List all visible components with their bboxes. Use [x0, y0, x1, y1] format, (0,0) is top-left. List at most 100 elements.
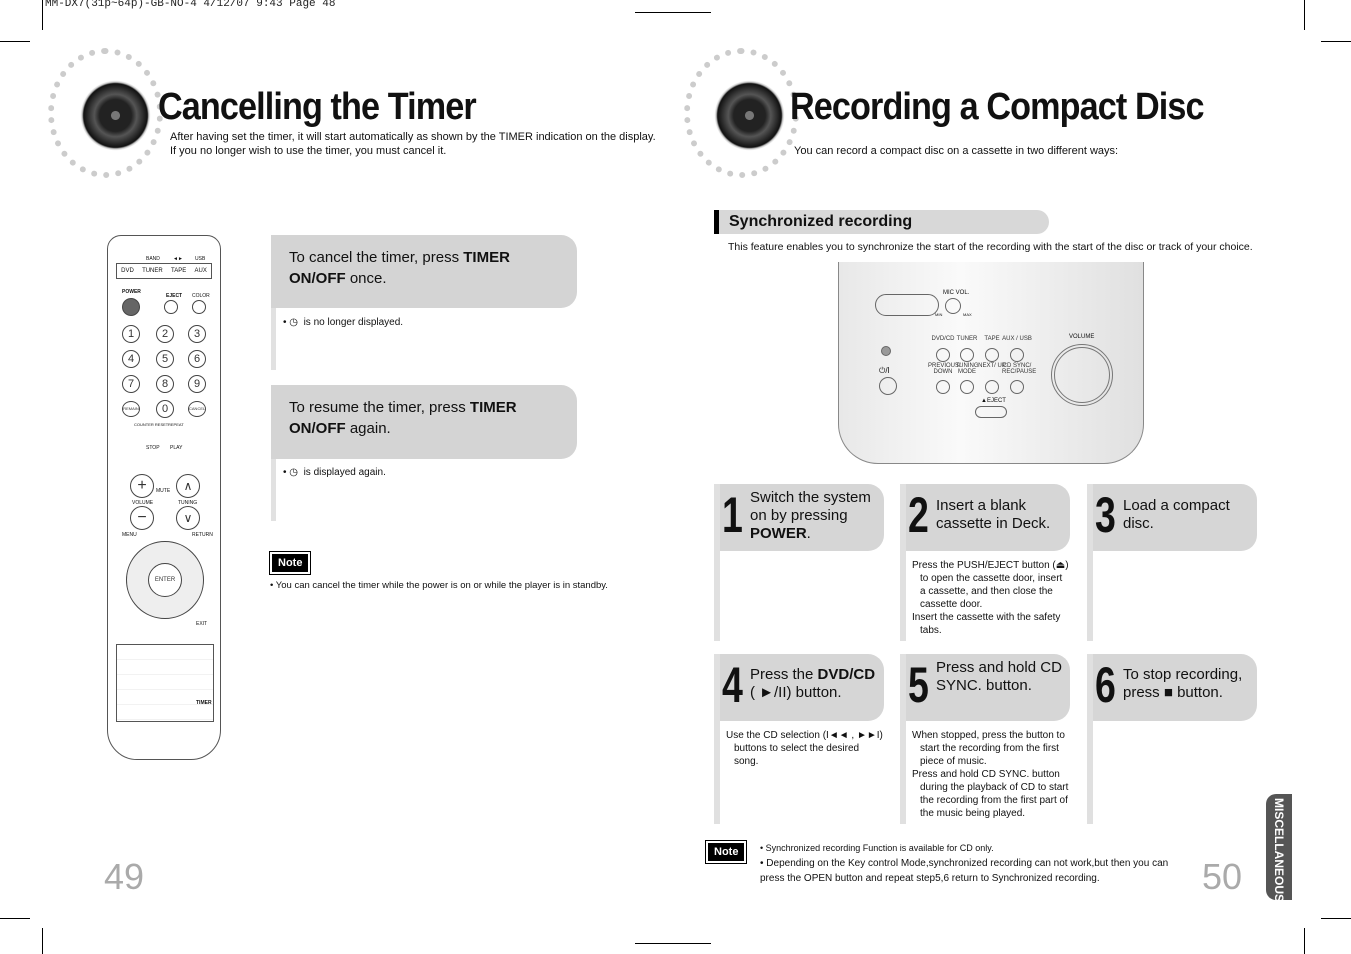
step-3: 3 Load a compact disc. [1087, 484, 1257, 641]
remote-button-tuner: TUNER [142, 268, 163, 274]
step-bullet: Press and hold CD SYNC. button during th… [912, 769, 1069, 819]
speaker-icon [78, 78, 153, 153]
step-text: Load a compact disc. [1123, 497, 1230, 532]
page-title: Recording a Compact Disc [790, 86, 1205, 128]
remote-label: ENTER [148, 563, 182, 597]
resume-instruction: To resume the timer, press TIMER ON/OFF … [271, 385, 577, 459]
tuning-up-icon: ∧ [176, 474, 200, 498]
remote-label: REPEAT [168, 422, 184, 427]
remote-label: EXIT [196, 621, 208, 627]
remote-digit: 9 [188, 375, 206, 393]
remote-digit: 2 [156, 325, 174, 343]
step-1: 1 Switch the system on by pressing POWER. [714, 484, 884, 641]
step-bullet: Insert the cassette with the safety tabs… [912, 612, 1061, 636]
resume-bullet: • ◷ is displayed again. [283, 467, 386, 478]
remote-label: COLOR [192, 293, 210, 299]
device-label: CD SYNC/ REC/PAUSE [1002, 363, 1037, 375]
note-text: • You can cancel the timer while the pow… [270, 580, 608, 591]
device-label: AUX / USB [1002, 336, 1032, 342]
section-tab: MISCELLANEOUS [1266, 794, 1292, 902]
headphone-jack-icon [881, 346, 891, 356]
crop-mark [0, 918, 30, 919]
power-button-icon [122, 298, 140, 316]
step-number: 1 [722, 487, 743, 543]
step-text: Switch the system on by pressing [750, 489, 871, 524]
eject-button-icon [975, 406, 1007, 418]
clock-icon: ◷ [289, 467, 299, 478]
remote-digit: 4 [122, 350, 140, 368]
remote-digit: 0 [156, 400, 174, 418]
device-button-icon [985, 380, 999, 394]
intro: After having set the timer, it will star… [170, 130, 656, 158]
registration-mark [635, 12, 711, 13]
volume-up-icon: + [130, 474, 154, 498]
instruction-text: To resume the timer, press [289, 399, 470, 416]
device-label: ⏻/I [879, 366, 890, 375]
remote-label: RETURN [192, 532, 213, 538]
volume-knob-icon [1051, 344, 1113, 406]
crop-mark [1321, 918, 1351, 919]
bullet-text: is no longer displayed. [303, 317, 404, 328]
intro: You can record a compact disc on a casse… [794, 145, 1119, 157]
crop-mark [1321, 41, 1351, 42]
step-number: 6 [1095, 657, 1116, 713]
remote-button-tape: TAPE [171, 268, 187, 274]
mic-volume-knob-icon [945, 298, 961, 314]
remote-digit: 6 [188, 350, 206, 368]
eject-icon [164, 300, 178, 314]
remote-digit: 1 [122, 325, 140, 343]
divider [271, 459, 276, 521]
crop-mark [42, 928, 43, 954]
step-key: POWER [750, 525, 807, 542]
remote-label: USB [195, 256, 206, 262]
note-body: Synchronized recording Function is avail… [765, 843, 994, 853]
remote-function-panel [116, 644, 214, 722]
step-bullet: Use the CD selection (I◄◄ , ►►I) buttons… [726, 730, 883, 767]
cancel-instruction: To cancel the timer, press TIMER ON/OFF … [271, 235, 577, 308]
remote-control-illustration: BAND ◄► USB DVD TUNER TAPE AUX POWER EJE… [107, 235, 221, 760]
remote-label: BAND [146, 256, 160, 262]
device-front-panel-illustration: MIC VOL. MIN MAX DVD/CD TUNER TAPE AUX /… [838, 262, 1144, 464]
note-body: Depending on the Key control Mode,synchr… [760, 858, 1169, 884]
remote-digit: 3 [188, 325, 206, 343]
intro-line: After having set the timer, it will star… [170, 131, 656, 143]
power-button-icon [879, 377, 897, 395]
device-button-icon [960, 348, 974, 362]
remote-label: PLAY [170, 445, 183, 451]
device-button-icon [1010, 380, 1024, 394]
instruction-text: once. [345, 270, 387, 287]
device-label: MAX [963, 312, 972, 317]
crop-mark [1304, 0, 1305, 30]
remote-digit: 8 [156, 375, 174, 393]
page-number: 50 [1202, 856, 1243, 897]
page-number: 49 [104, 856, 145, 897]
step-number: 4 [722, 657, 743, 713]
tuning-down-icon: ∨ [176, 506, 200, 530]
remote-button-aux: AUX [194, 268, 207, 274]
cancel-bullet: • ◷ is no longer displayed. [283, 317, 404, 328]
note-label: Note [704, 840, 748, 864]
page-title: Cancelling the Timer [158, 86, 477, 128]
step-bullet: When stopped, press the button to start … [912, 730, 1065, 767]
device-button-icon [960, 380, 974, 394]
device-label: ▲EJECT [981, 398, 1006, 404]
remote-label: STOP [146, 445, 160, 451]
note-text: • Synchronized recording Function is ava… [760, 843, 1169, 884]
device-button-icon [985, 348, 999, 362]
section-heading: Synchronized recording [714, 210, 1049, 234]
speaker-icon [712, 78, 787, 153]
remote-label: ◄► [173, 256, 183, 262]
volume-down-icon: − [130, 506, 154, 530]
step-text: . [806, 525, 811, 542]
divider [271, 308, 276, 370]
remote-digit: REMAIN [122, 401, 140, 417]
device-label: VOLUME [1069, 334, 1095, 340]
remote-label: EJECT [166, 293, 183, 299]
step-5: 5 Press and hold CD SYNC. button. When st… [900, 654, 1070, 824]
step-text: To stop recording, press ■ button. [1123, 666, 1243, 701]
remote-button-dvd: DVD [121, 268, 134, 274]
step-2: 2 Insert a blank cassette in Deck. Press … [900, 484, 1070, 641]
crop-mark [1304, 928, 1305, 954]
instruction-text: again. [345, 420, 391, 437]
device-button-icon [936, 348, 950, 362]
